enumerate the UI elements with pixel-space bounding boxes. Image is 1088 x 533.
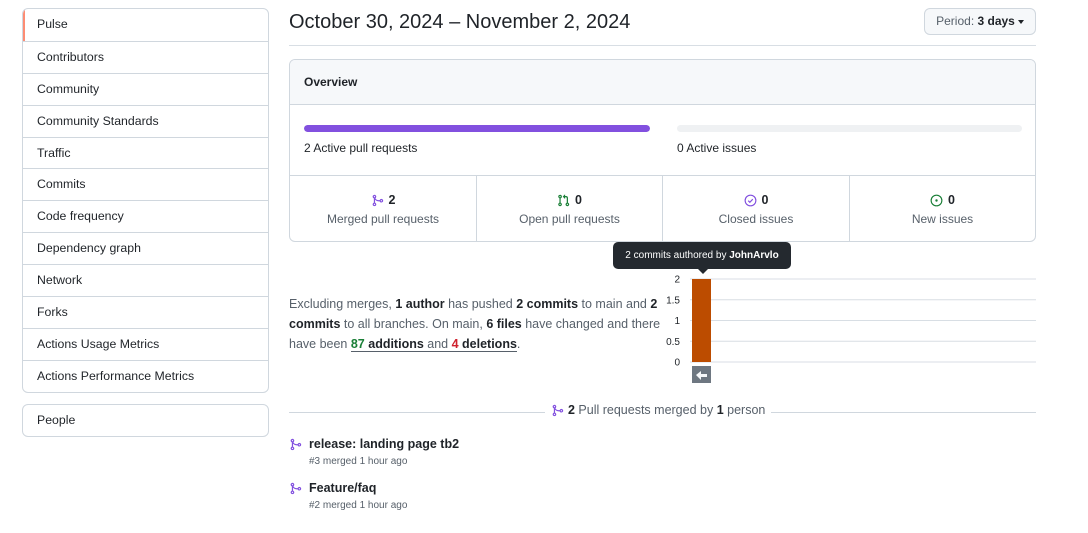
sidebar-item-dependency-graph[interactable]: Dependency graph	[23, 232, 268, 264]
stat-open-prs-value: 0	[575, 193, 582, 207]
chart-y-tick-label: 0.5	[666, 337, 680, 348]
open-pr-icon	[558, 193, 570, 206]
page-title: October 30, 2024 – November 2, 2024	[289, 11, 631, 33]
active-issues-link[interactable]: 0 Active issues	[677, 141, 756, 155]
chart-bar[interactable]	[692, 279, 711, 362]
activity-bars: 2 Active pull requests 0 Active issues	[290, 105, 1035, 176]
sidebar-item-network[interactable]: Network	[23, 264, 268, 296]
pr-title-link[interactable]: release: landing page tb2	[309, 437, 459, 451]
pr-title-link[interactable]: Feature/faq	[309, 481, 376, 495]
summary-authors: 1 author	[395, 297, 445, 311]
merged-pr-icon	[290, 482, 302, 495]
stat-new-issues[interactable]: 0 New issues	[849, 176, 1035, 241]
period-prefix: Period:	[936, 14, 975, 28]
overview-panel: Overview 2 Active pull requests 0 Active…	[289, 59, 1036, 242]
overview-stats: 2 Merged pull requests 0 Open pull reque…	[290, 176, 1035, 241]
stat-closed-issues-value: 0	[761, 193, 769, 207]
caret-down-icon	[1017, 19, 1024, 24]
stat-merged-prs-label: Merged pull requests	[326, 212, 440, 226]
commit-summary: Excluding merges, 1 author has pushed 2 …	[289, 297, 661, 352]
sidebar-item-actions-performance-metrics[interactable]: Actions Performance Metrics	[23, 359, 268, 392]
sidebar-item-pulse[interactable]: Pulse	[23, 9, 268, 41]
people-count: 1	[716, 403, 724, 417]
commits-by-author-chart: 2 1.5 1 0.5 0	[666, 275, 1036, 383]
stat-merged-prs[interactable]: 2 Merged pull requests	[290, 176, 476, 241]
merged-pr-icon	[552, 404, 564, 416]
stat-new-issues-label: New issues	[911, 212, 974, 226]
new-issue-icon	[930, 194, 943, 206]
issues-bar[interactable]	[677, 125, 1022, 132]
period-value: 3 days	[977, 14, 1015, 28]
sidebar-item-traffic[interactable]: Traffic	[23, 136, 268, 169]
pull-requests-bar[interactable]	[304, 125, 650, 132]
header-divider	[289, 45, 1036, 46]
stat-open-prs-label: Open pull requests	[519, 212, 620, 226]
chart-y-tick-label: 0	[674, 358, 680, 369]
chart-y-tick-label: 1	[674, 316, 680, 327]
sidebar-item-commits[interactable]: Commits	[23, 168, 268, 200]
stat-open-prs[interactable]: 0 Open pull requests	[476, 176, 662, 241]
sidebar-item-contributors[interactable]: Contributors	[23, 40, 268, 73]
insights-sidebar: Pulse Contributors Community Community S…	[22, 8, 269, 393]
pr-meta: #2 merged 1 hour ago	[309, 500, 408, 511]
sidebar-item-community[interactable]: Community	[23, 72, 268, 105]
tooltip-author: JohnArvlo	[729, 250, 779, 261]
sidebar-item-actions-usage-metrics[interactable]: Actions Usage Metrics	[23, 327, 268, 360]
sidebar-item-people[interactable]: People	[23, 405, 268, 436]
stat-closed-issues-label: Closed issues	[718, 212, 794, 226]
sidebar-item-code-frequency[interactable]: Code frequency	[23, 200, 268, 232]
sidebar-item-community-standards[interactable]: Community Standards	[23, 104, 268, 137]
sidebar-item-forks[interactable]: Forks	[23, 296, 268, 328]
people-sidebar: People	[22, 404, 269, 437]
period-dropdown-button[interactable]: Period: 3 days	[924, 8, 1036, 35]
stat-new-issues-value: 0	[948, 193, 955, 207]
overview-title: Overview	[290, 60, 1035, 105]
stat-merged-prs-value: 2	[388, 193, 396, 207]
pull-requests-bar-fill	[304, 125, 650, 132]
merged-count: 2	[568, 403, 575, 417]
closed-issue-icon	[744, 194, 756, 206]
pr-meta: #3 merged 1 hour ago	[309, 456, 408, 467]
merged-prs-heading: 2 Pull requests merged by 1 person	[545, 403, 772, 417]
chart-y-tick-label: 1.5	[666, 295, 680, 306]
summary-commits-main: 2 commits	[516, 297, 579, 311]
chart-tooltip: 2 commits authored by JohnArvlo	[613, 242, 791, 274]
merged-pr-icon	[290, 438, 302, 451]
summary-files: 6 files	[486, 317, 522, 331]
stat-closed-issues[interactable]: 0 Closed issues	[662, 176, 849, 241]
code-changes-link[interactable]: 87 additions and 4 deletions	[350, 337, 517, 352]
merged-pr-icon	[372, 194, 383, 206]
active-pull-requests-link[interactable]: 2 Active pull requests	[304, 141, 417, 155]
author-avatar[interactable]	[692, 366, 711, 383]
chart-y-tick-label: 2	[674, 275, 680, 286]
